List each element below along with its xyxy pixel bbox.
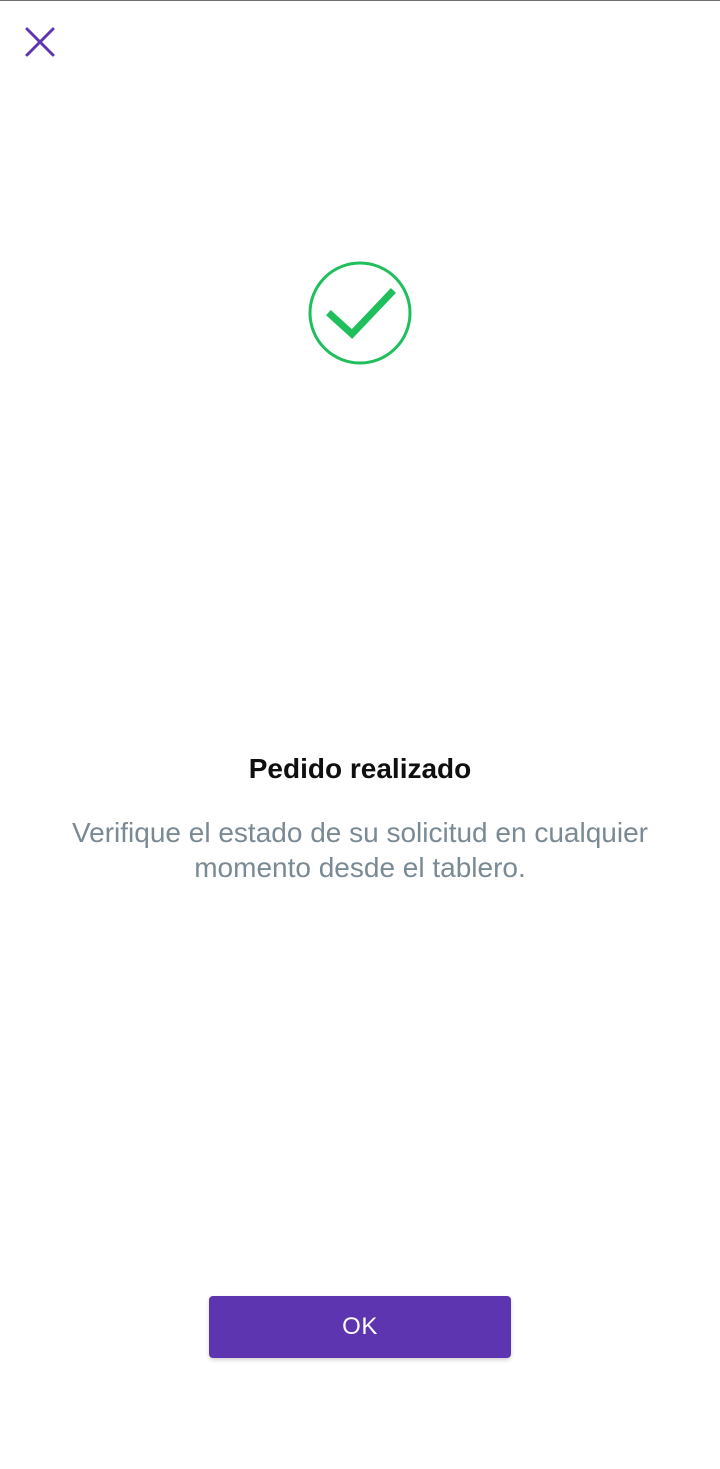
check-circle-icon [308, 261, 412, 365]
close-button[interactable] [18, 20, 62, 64]
ok-button[interactable]: OK [209, 1296, 511, 1358]
top-divider [0, 0, 720, 1]
status-title: Pedido realizado [248, 753, 472, 784]
close-icon [25, 27, 55, 57]
status-message: Verifique el estado de su solicitud en c… [72, 817, 648, 883]
